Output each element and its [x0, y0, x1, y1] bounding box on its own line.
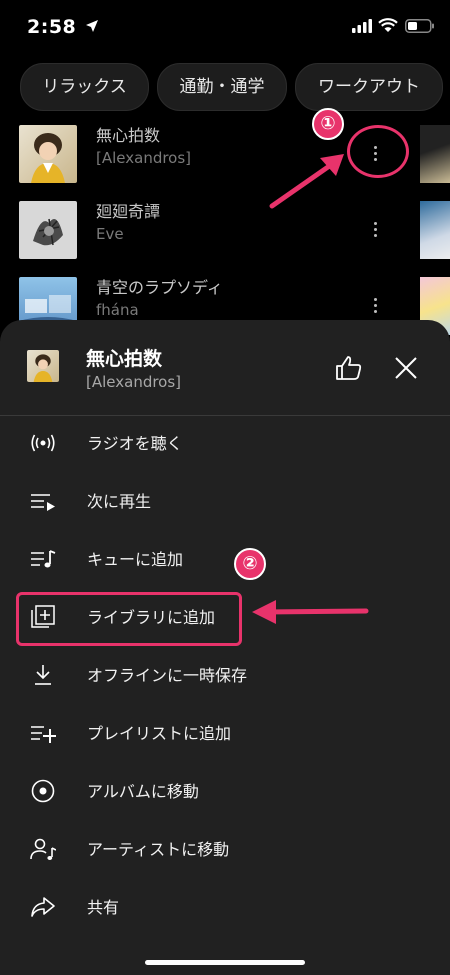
- playlist-add-icon: [31, 726, 56, 743]
- song-artist: Eve: [96, 225, 124, 243]
- menu-item-add-queue[interactable]: キューに追加: [0, 530, 450, 588]
- artist-icon: [30, 838, 56, 860]
- more-options-icon[interactable]: [366, 212, 386, 248]
- status-time: 2:58: [27, 16, 77, 38]
- radio-icon: [31, 434, 55, 452]
- song-artist: [Alexandros]: [96, 149, 192, 167]
- location-arrow-icon: [86, 20, 98, 32]
- menu-item-share[interactable]: 共有: [0, 878, 450, 936]
- thumbs-up-icon[interactable]: [335, 355, 363, 381]
- menu-item-add-playlist[interactable]: プレイリストに追加: [0, 704, 450, 762]
- download-icon: [35, 665, 51, 685]
- sheet-album-art: [27, 350, 59, 382]
- close-icon[interactable]: [394, 356, 418, 380]
- annotation-arrow-icon: [269, 154, 344, 209]
- annotation-highlight-box: [16, 592, 242, 646]
- song-title: 廻廻奇譚: [96, 202, 161, 221]
- menu-label: ラジオを聴く: [87, 434, 183, 453]
- menu-label: アルバムに移動: [87, 782, 199, 801]
- side-album-art: [420, 125, 450, 183]
- album-icon: [31, 779, 55, 803]
- menu-label: オフラインに一時保存: [87, 666, 248, 685]
- menu-label: キューに追加: [87, 550, 184, 569]
- sheet-header: 無心拍数 [Alexandros]: [0, 320, 450, 416]
- more-options-icon[interactable]: [366, 288, 386, 324]
- sheet-song-title: 無心拍数: [86, 348, 163, 370]
- menu-item-offline-save[interactable]: オフラインに一時保存: [0, 646, 450, 704]
- menu-label: 共有: [87, 898, 120, 917]
- menu-label: 次に再生: [87, 492, 152, 511]
- album-art: [19, 125, 77, 183]
- share-icon: [31, 897, 55, 917]
- annotation-arrow-icon: [252, 600, 369, 624]
- step-badge-2: ②: [234, 548, 266, 580]
- menu-item-go-album[interactable]: アルバムに移動: [0, 762, 450, 820]
- album-art: [19, 201, 77, 259]
- play-next-icon: [31, 494, 55, 511]
- annotation-circle: [347, 125, 409, 178]
- step-badge-1: ①: [312, 108, 344, 140]
- status-bar: 2:58: [0, 0, 450, 56]
- battery-icon: [405, 19, 434, 33]
- wifi-icon: [378, 18, 398, 32]
- song-artist: fhána: [96, 301, 139, 319]
- chip-workout[interactable]: ワークアウト: [295, 63, 443, 111]
- menu-item-radio[interactable]: ラジオを聴く: [0, 414, 450, 472]
- chip-commute[interactable]: 通勤・通学: [157, 63, 287, 111]
- action-sheet: 無心拍数 [Alexandros] ラジオを聴く 次に再生 キューに追加 ライブ…: [0, 320, 450, 975]
- song-title: 無心拍数: [96, 126, 161, 145]
- menu-label: アーティストに移動: [87, 840, 230, 859]
- home-indicator: [145, 960, 305, 965]
- chip-relax[interactable]: リラックス: [20, 63, 149, 111]
- menu-label: プレイリストに追加: [87, 724, 232, 743]
- song-title: 青空のラプソディ: [96, 278, 223, 297]
- cellular-signal-icon: [352, 19, 372, 33]
- queue-music-icon: [31, 550, 56, 568]
- side-album-art: [420, 201, 450, 259]
- mood-chips: リラックス 通勤・通学 ワークアウト: [0, 63, 450, 111]
- sheet-song-artist: [Alexandros]: [86, 373, 182, 391]
- song-row[interactable]: 廻廻奇譚 Eve: [0, 192, 450, 268]
- menu-item-play-next[interactable]: 次に再生: [0, 472, 450, 530]
- menu-item-go-artist[interactable]: アーティストに移動: [0, 820, 450, 878]
